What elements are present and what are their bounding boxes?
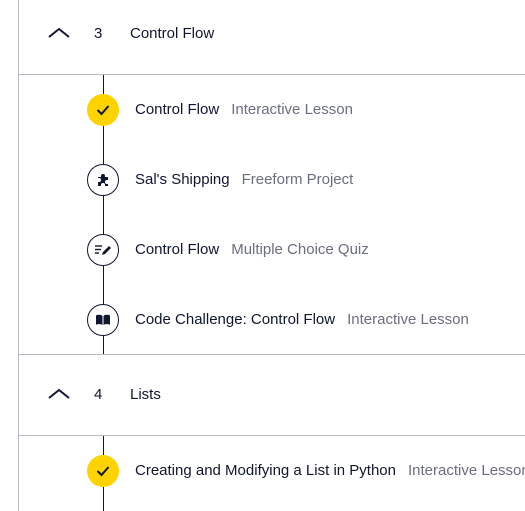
- module-header-3[interactable]: 3 Control Flow: [19, 0, 525, 74]
- item-status: [87, 304, 119, 336]
- item-title: Control Flow: [135, 101, 220, 118]
- puzzle-icon: [98, 174, 108, 186]
- completed-status: [87, 455, 119, 487]
- divider: [19, 74, 525, 75]
- item-title: Creating and Modifying a List in Python: [135, 462, 396, 479]
- item-type: Interactive Lesson: [407, 462, 525, 479]
- module-header-4[interactable]: 4 Lists: [19, 361, 525, 435]
- chevron-up-icon[interactable]: [47, 26, 71, 40]
- divider: [19, 354, 525, 355]
- item-type: Freeform Project: [241, 171, 354, 188]
- list-item[interactable]: Control Flow Interactive Lesson: [87, 94, 525, 126]
- item-title: Control Flow: [135, 241, 220, 258]
- quiz-icon: [95, 245, 111, 255]
- item-status: [87, 164, 119, 196]
- list-item[interactable]: Creating and Modifying a List in Python I…: [87, 455, 525, 487]
- book-icon: [96, 314, 110, 325]
- module-number: 3: [94, 25, 103, 42]
- item-status: [87, 234, 119, 266]
- module-title: Lists: [130, 386, 161, 403]
- syllabus-page: 3 Control Flow Control Flow Interactive L…: [0, 0, 525, 511]
- item-type: Interactive Lesson: [347, 311, 469, 328]
- list-item[interactable]: Sal's Shipping Freeform Project: [87, 164, 525, 196]
- divider: [19, 435, 525, 436]
- list-item[interactable]: Control Flow Multiple Choice Quiz: [87, 234, 525, 266]
- module-title: Control Flow: [130, 25, 215, 42]
- check-icon: [96, 466, 110, 477]
- completed-status: [87, 94, 119, 126]
- chevron-up-icon[interactable]: [47, 387, 71, 401]
- check-icon: [96, 105, 110, 116]
- list-item[interactable]: Code Challenge: Control Flow Interactive …: [87, 304, 525, 336]
- item-type: Multiple Choice Quiz: [231, 241, 369, 258]
- item-type: Interactive Lesson: [231, 101, 353, 118]
- item-title: Code Challenge: Control Flow: [135, 311, 336, 328]
- item-title: Sal's Shipping: [135, 171, 230, 188]
- module-number: 4: [94, 386, 103, 403]
